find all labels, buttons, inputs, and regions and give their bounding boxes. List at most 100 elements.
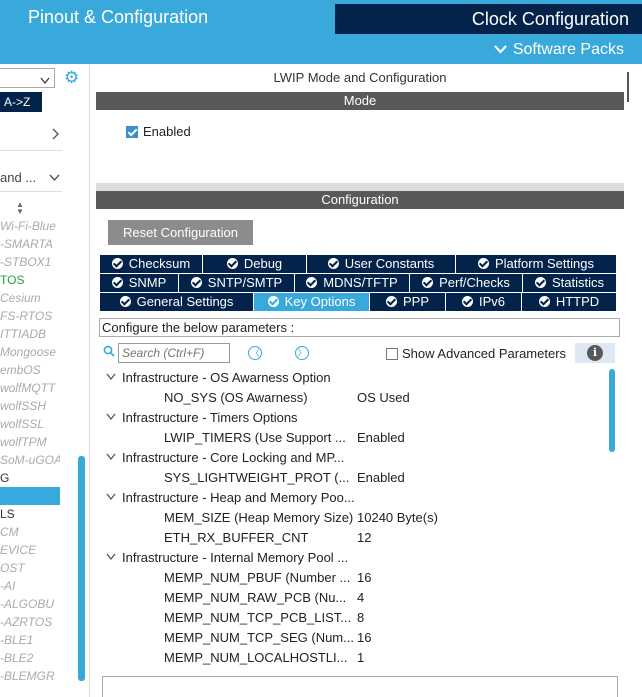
tab-label: Debug — [243, 256, 283, 271]
sidebar-item[interactable]: G — [0, 469, 60, 487]
divider — [0, 150, 62, 151]
enabled-checkbox-row[interactable]: Enabled — [126, 123, 191, 140]
sidebar-item[interactable]: Wi-Fi-Blue — [0, 217, 60, 235]
tab-sntp-smtp[interactable]: SNTP/SMTP — [179, 274, 295, 292]
sidebar-item[interactable]: -BLE2 — [0, 649, 60, 667]
chevron-down-icon[interactable] — [106, 368, 116, 388]
parameter-value[interactable]: 1 — [357, 648, 364, 668]
tab-key-options[interactable]: Key Options — [254, 293, 370, 311]
sidebar-item[interactable]: wolfSSH — [0, 397, 60, 415]
software-packs-menu[interactable]: Software Packs — [494, 40, 624, 60]
search-input[interactable] — [118, 343, 230, 363]
tree-group[interactable]: Infrastructure - Timers Options — [106, 408, 298, 428]
parameter-value[interactable]: OS Used — [357, 388, 410, 408]
tree-parameter-row[interactable]: MEMP_NUM_PBUF (Number ... 16 — [164, 568, 371, 588]
tree-parameter-row[interactable]: MEMP_NUM_LOCALHOSTLI... 1 — [164, 648, 364, 668]
parameter-tree-scrollbar[interactable] — [609, 369, 615, 452]
parameter-value[interactable]: 16 — [357, 628, 371, 648]
tab-clock-configuration[interactable]: Clock Configuration — [335, 4, 642, 34]
sidebar-item[interactable]: Mongoose — [0, 343, 60, 361]
tab-ipv6[interactable]: IPv6 — [446, 293, 522, 311]
tree-group[interactable]: Infrastructure - OS Awarness Option — [106, 368, 331, 388]
tree-group-label: Infrastructure - OS Awarness Option — [122, 370, 331, 385]
sidebar-item[interactable]: wolfSSL — [0, 415, 60, 433]
sidebar-item[interactable]: -ALGOBU — [0, 595, 60, 613]
chevron-down-icon — [494, 40, 507, 60]
parameter-value[interactable]: 10240 Byte(s) — [357, 508, 438, 528]
category-select[interactable] — [0, 68, 55, 88]
sidebar-item[interactable]: TOS — [0, 271, 60, 289]
sidebar-item[interactable]: -AZRTOS — [0, 613, 60, 631]
config-tab-row-3: General Settings Key Options PPP IPv6 HT… — [100, 293, 616, 311]
tree-group[interactable]: Infrastructure - Core Locking and MP... — [106, 448, 344, 468]
enabled-label: Enabled — [143, 123, 191, 139]
splitter-handle[interactable] — [627, 72, 629, 102]
tree-parameter-row[interactable]: MEMP_NUM_RAW_PCB (Nu... 4 — [164, 588, 364, 608]
sidebar-item[interactable]: OST — [0, 559, 60, 577]
sidebar-item[interactable]: FS-RTOS — [0, 307, 60, 325]
tree-group-label: Infrastructure - Heap and Memory Poo... — [122, 490, 355, 505]
tree-parameter-row[interactable]: MEMP_NUM_TCP_SEG (Num... 16 — [164, 628, 371, 648]
sidebar-item[interactable]: embOS — [0, 361, 60, 379]
chevron-down-icon[interactable] — [106, 548, 116, 568]
search-previous-button[interactable]: 〈 — [248, 346, 262, 360]
chevron-down-icon[interactable] — [106, 488, 116, 508]
tree-group[interactable]: Infrastructure - Heap and Memory Poo... — [106, 488, 355, 508]
sidebar-expand-row[interactable] — [0, 128, 60, 146]
tab-ppp[interactable]: PPP — [370, 293, 446, 311]
tab-snmp[interactable]: SNMP — [100, 274, 179, 292]
sidebar-item[interactable]: -AI — [0, 577, 60, 595]
tree-group[interactable]: Infrastructure - Internal Memory Pool ..… — [106, 548, 348, 568]
tree-parameter-row[interactable]: ETH_RX_BUFFER_CNT 12 — [164, 528, 371, 548]
sidebar-scrollbar[interactable] — [78, 456, 85, 681]
parameter-value[interactable]: 8 — [357, 608, 364, 628]
tab-checksum[interactable]: Checksum — [100, 255, 203, 273]
sidebar-item[interactable]: EVICE — [0, 541, 60, 559]
tree-parameter-row[interactable]: MEM_SIZE (Heap Memory Size) 10240 Byte(s) — [164, 508, 438, 528]
chevron-down-icon[interactable] — [106, 448, 116, 468]
sidebar-item[interactable]: ITTIADB — [0, 325, 60, 343]
tab-perf-checks[interactable]: Perf/Checks — [410, 274, 523, 292]
parameter-value[interactable]: 16 — [357, 568, 371, 588]
chevron-down-icon[interactable] — [106, 408, 116, 428]
parameter-search-bar: 〈 〉 Show Advanced Parameters i — [103, 343, 618, 365]
info-box[interactable]: i — [575, 343, 615, 363]
tab-debug[interactable]: Debug — [203, 255, 307, 273]
parameter-value[interactable]: 4 — [357, 588, 364, 608]
sidebar-item[interactable]: SoM-uGOA — [0, 451, 60, 469]
parameter-value[interactable]: Enabled — [357, 428, 405, 448]
sidebar-item[interactable]: wolfMQTT — [0, 379, 60, 397]
sidebar-item[interactable]: LS — [0, 505, 60, 523]
show-advanced-checkbox[interactable] — [386, 347, 398, 360]
parameter-value[interactable]: 12 — [357, 528, 371, 548]
config-tab-row-2: SNMP SNTP/SMTP MDNS/TFTP Perf/Checks Sta… — [100, 274, 616, 292]
reset-configuration-button[interactable]: Reset Configuration — [108, 220, 253, 245]
sidebar-item[interactable]: -SMARTA — [0, 235, 60, 253]
search-next-button[interactable]: 〉 — [295, 346, 309, 360]
sidebar-item[interactable]: -BLEMGR — [0, 667, 60, 685]
tree-parameter-row[interactable]: SYS_LIGHTWEIGHT_PROT (... Enabled — [164, 468, 405, 488]
enabled-checkbox[interactable] — [126, 125, 138, 138]
tab-pinout-configuration[interactable]: Pinout & Configuration — [0, 0, 335, 34]
sidebar-category-row[interactable]: and ... — [0, 169, 60, 187]
tab-user-constants[interactable]: User Constants — [307, 255, 456, 273]
sidebar-item[interactable]: -STBOX1 — [0, 253, 60, 271]
sidebar-item[interactable]: CM — [0, 523, 60, 541]
tree-parameter-row[interactable]: LWIP_TIMERS (Use Support ... Enabled — [164, 428, 405, 448]
show-advanced-row[interactable]: Show Advanced Parameters — [386, 345, 566, 362]
sidebar-item[interactable]: wolfTPM — [0, 433, 60, 451]
sort-arrows-icon[interactable]: ▲ ▼ — [16, 201, 24, 216]
tree-parameter-row[interactable]: MEMP_NUM_TCP_PCB_LIST... 8 — [164, 608, 364, 628]
tab-general-settings[interactable]: General Settings — [100, 293, 254, 311]
tab-mdns-tftp[interactable]: MDNS/TFTP — [295, 274, 410, 292]
tab-statistics[interactable]: Statistics — [523, 274, 616, 292]
tab-platform-settings[interactable]: Platform Settings — [456, 255, 616, 273]
tab-httpd[interactable]: HTTPD — [522, 293, 616, 311]
parameter-value[interactable]: Enabled — [357, 468, 405, 488]
sort-az-button[interactable]: A->Z — [0, 92, 42, 112]
sidebar-item[interactable]: Cesium — [0, 289, 60, 307]
sidebar-item[interactable] — [0, 487, 60, 505]
tree-parameter-row[interactable]: NO_SYS (OS Awarness) OS Used — [164, 388, 410, 408]
gear-icon[interactable]: ⚙ — [64, 68, 79, 88]
sidebar-item[interactable]: -BLE1 — [0, 631, 60, 649]
